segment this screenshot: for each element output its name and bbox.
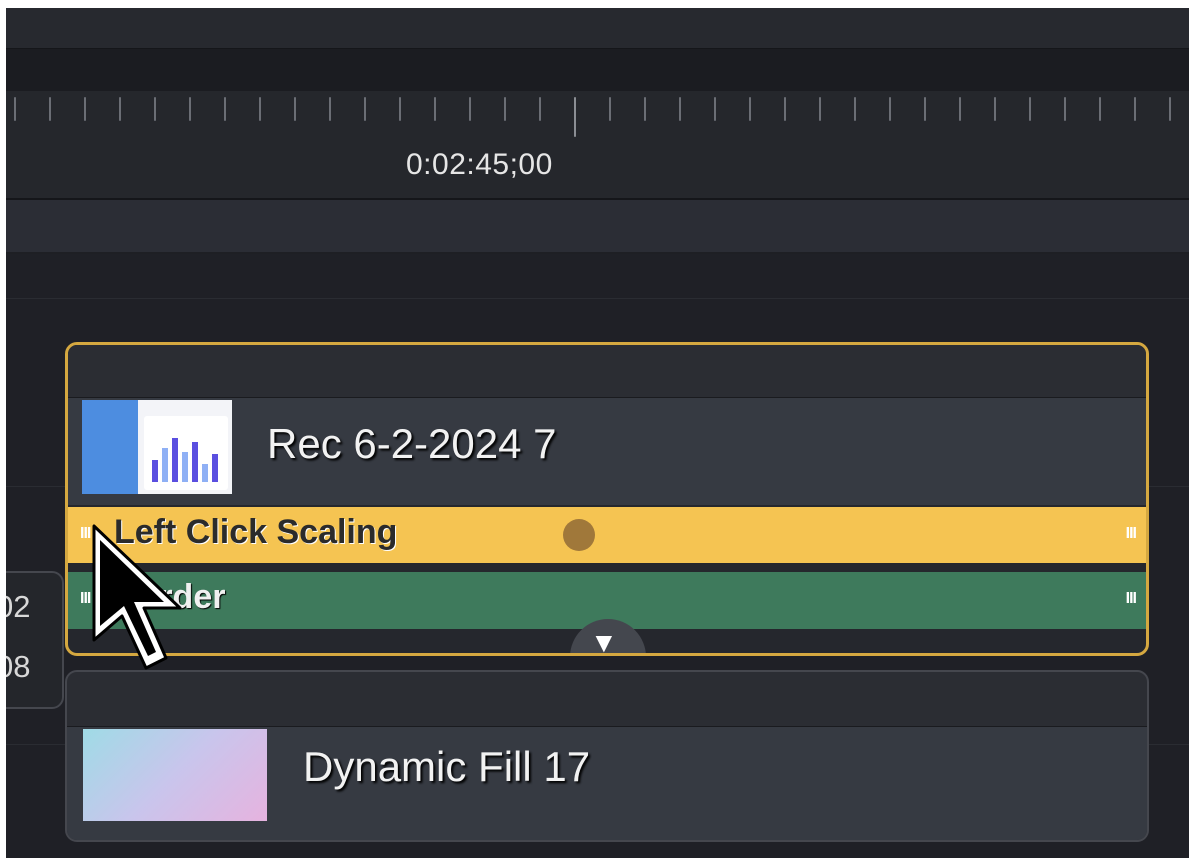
side-tab-text-bottom: 08 bbox=[6, 649, 31, 684]
clip-header bbox=[68, 345, 1146, 398]
clip-thumbnail bbox=[82, 400, 232, 494]
ruler-tick bbox=[1134, 97, 1136, 121]
ruler-tick bbox=[189, 97, 191, 121]
thumbnail-chart-panel bbox=[144, 416, 228, 490]
keyframe-dot-icon[interactable] bbox=[563, 519, 595, 551]
ruler-tick bbox=[399, 97, 401, 121]
track-side-tab[interactable]: 02 08 bbox=[6, 571, 64, 709]
effect-left-click-scaling[interactable]: III Left Click Scaling III bbox=[68, 507, 1146, 563]
mouse-pointer-icon bbox=[92, 524, 182, 670]
clip-title: Rec 6-2-2024 7 bbox=[267, 420, 557, 467]
ruler-tick bbox=[819, 97, 821, 121]
ruler-tick bbox=[1169, 97, 1171, 121]
ruler-tick bbox=[224, 97, 226, 121]
ruler-timecode: 0:02:45;00 bbox=[406, 148, 553, 181]
ruler-tick bbox=[994, 97, 996, 121]
clip-title: Dynamic Fill 17 bbox=[303, 743, 591, 790]
thumbnail-bar bbox=[212, 454, 218, 482]
thumbnail-bar bbox=[162, 448, 168, 482]
ruler-tick bbox=[539, 97, 541, 121]
ruler-tick bbox=[14, 97, 16, 121]
marker-track[interactable] bbox=[6, 200, 1189, 252]
ruler-tick bbox=[294, 97, 296, 121]
thumbnail-bar bbox=[192, 442, 198, 482]
ruler-tick bbox=[1064, 97, 1066, 121]
ruler-tick bbox=[154, 97, 156, 121]
ruler-tick bbox=[1099, 97, 1101, 121]
ruler-tick bbox=[434, 97, 436, 121]
ruler-tick bbox=[644, 97, 646, 121]
ruler-tick bbox=[364, 97, 366, 121]
ruler-tick bbox=[924, 97, 926, 121]
thumbnail-bar bbox=[202, 464, 208, 482]
ruler-tick bbox=[609, 97, 611, 121]
thumbnail-bar bbox=[172, 438, 178, 482]
ruler-tick bbox=[959, 97, 961, 121]
thumbnail-bar bbox=[152, 460, 158, 482]
ruler-tick bbox=[714, 97, 716, 121]
timeline-panel: 0:02:45;00 02 08 R bbox=[6, 8, 1189, 858]
track-divider bbox=[6, 298, 1189, 299]
ruler-tick bbox=[469, 97, 471, 121]
ruler-tick bbox=[1029, 97, 1031, 121]
clip-recording[interactable]: Rec 6-2-2024 7 III Left Click Scaling II… bbox=[65, 342, 1149, 656]
ruler-tick bbox=[329, 97, 331, 121]
clip-media-row[interactable]: Rec 6-2-2024 7 bbox=[68, 398, 1146, 505]
toolbar-spacer bbox=[6, 49, 1189, 91]
grip-handle-icon[interactable]: III bbox=[1126, 525, 1137, 543]
clip-thumbnail bbox=[83, 729, 267, 821]
thumbnail-sidebar bbox=[82, 400, 138, 494]
ruler-tick bbox=[49, 97, 51, 121]
time-ruler[interactable]: 0:02:45;00 bbox=[6, 91, 1189, 200]
ruler-tick bbox=[749, 97, 751, 121]
thumbnail-bar bbox=[182, 452, 188, 482]
triangle-down-icon: ▼ bbox=[590, 627, 618, 656]
ruler-tick bbox=[784, 97, 786, 121]
timeline-toolbar bbox=[6, 8, 1189, 49]
ruler-tick bbox=[119, 97, 121, 121]
clip-media-row[interactable]: Dynamic Fill 17 bbox=[67, 726, 1147, 840]
side-tab-text-top: 02 bbox=[6, 589, 31, 624]
ruler-tick bbox=[854, 97, 856, 121]
ruler-tick bbox=[889, 97, 891, 121]
grip-handle-icon[interactable]: III bbox=[1126, 590, 1137, 608]
ruler-tick bbox=[84, 97, 86, 121]
grip-handle-icon[interactable]: III bbox=[80, 525, 91, 543]
ruler-tick bbox=[574, 97, 576, 137]
clip-dynamic-fill[interactable]: Dynamic Fill 17 bbox=[65, 670, 1149, 842]
ruler-tick bbox=[679, 97, 681, 121]
ruler-tick bbox=[504, 97, 506, 121]
grip-handle-icon[interactable]: III bbox=[80, 590, 91, 608]
ruler-tick bbox=[259, 97, 261, 121]
